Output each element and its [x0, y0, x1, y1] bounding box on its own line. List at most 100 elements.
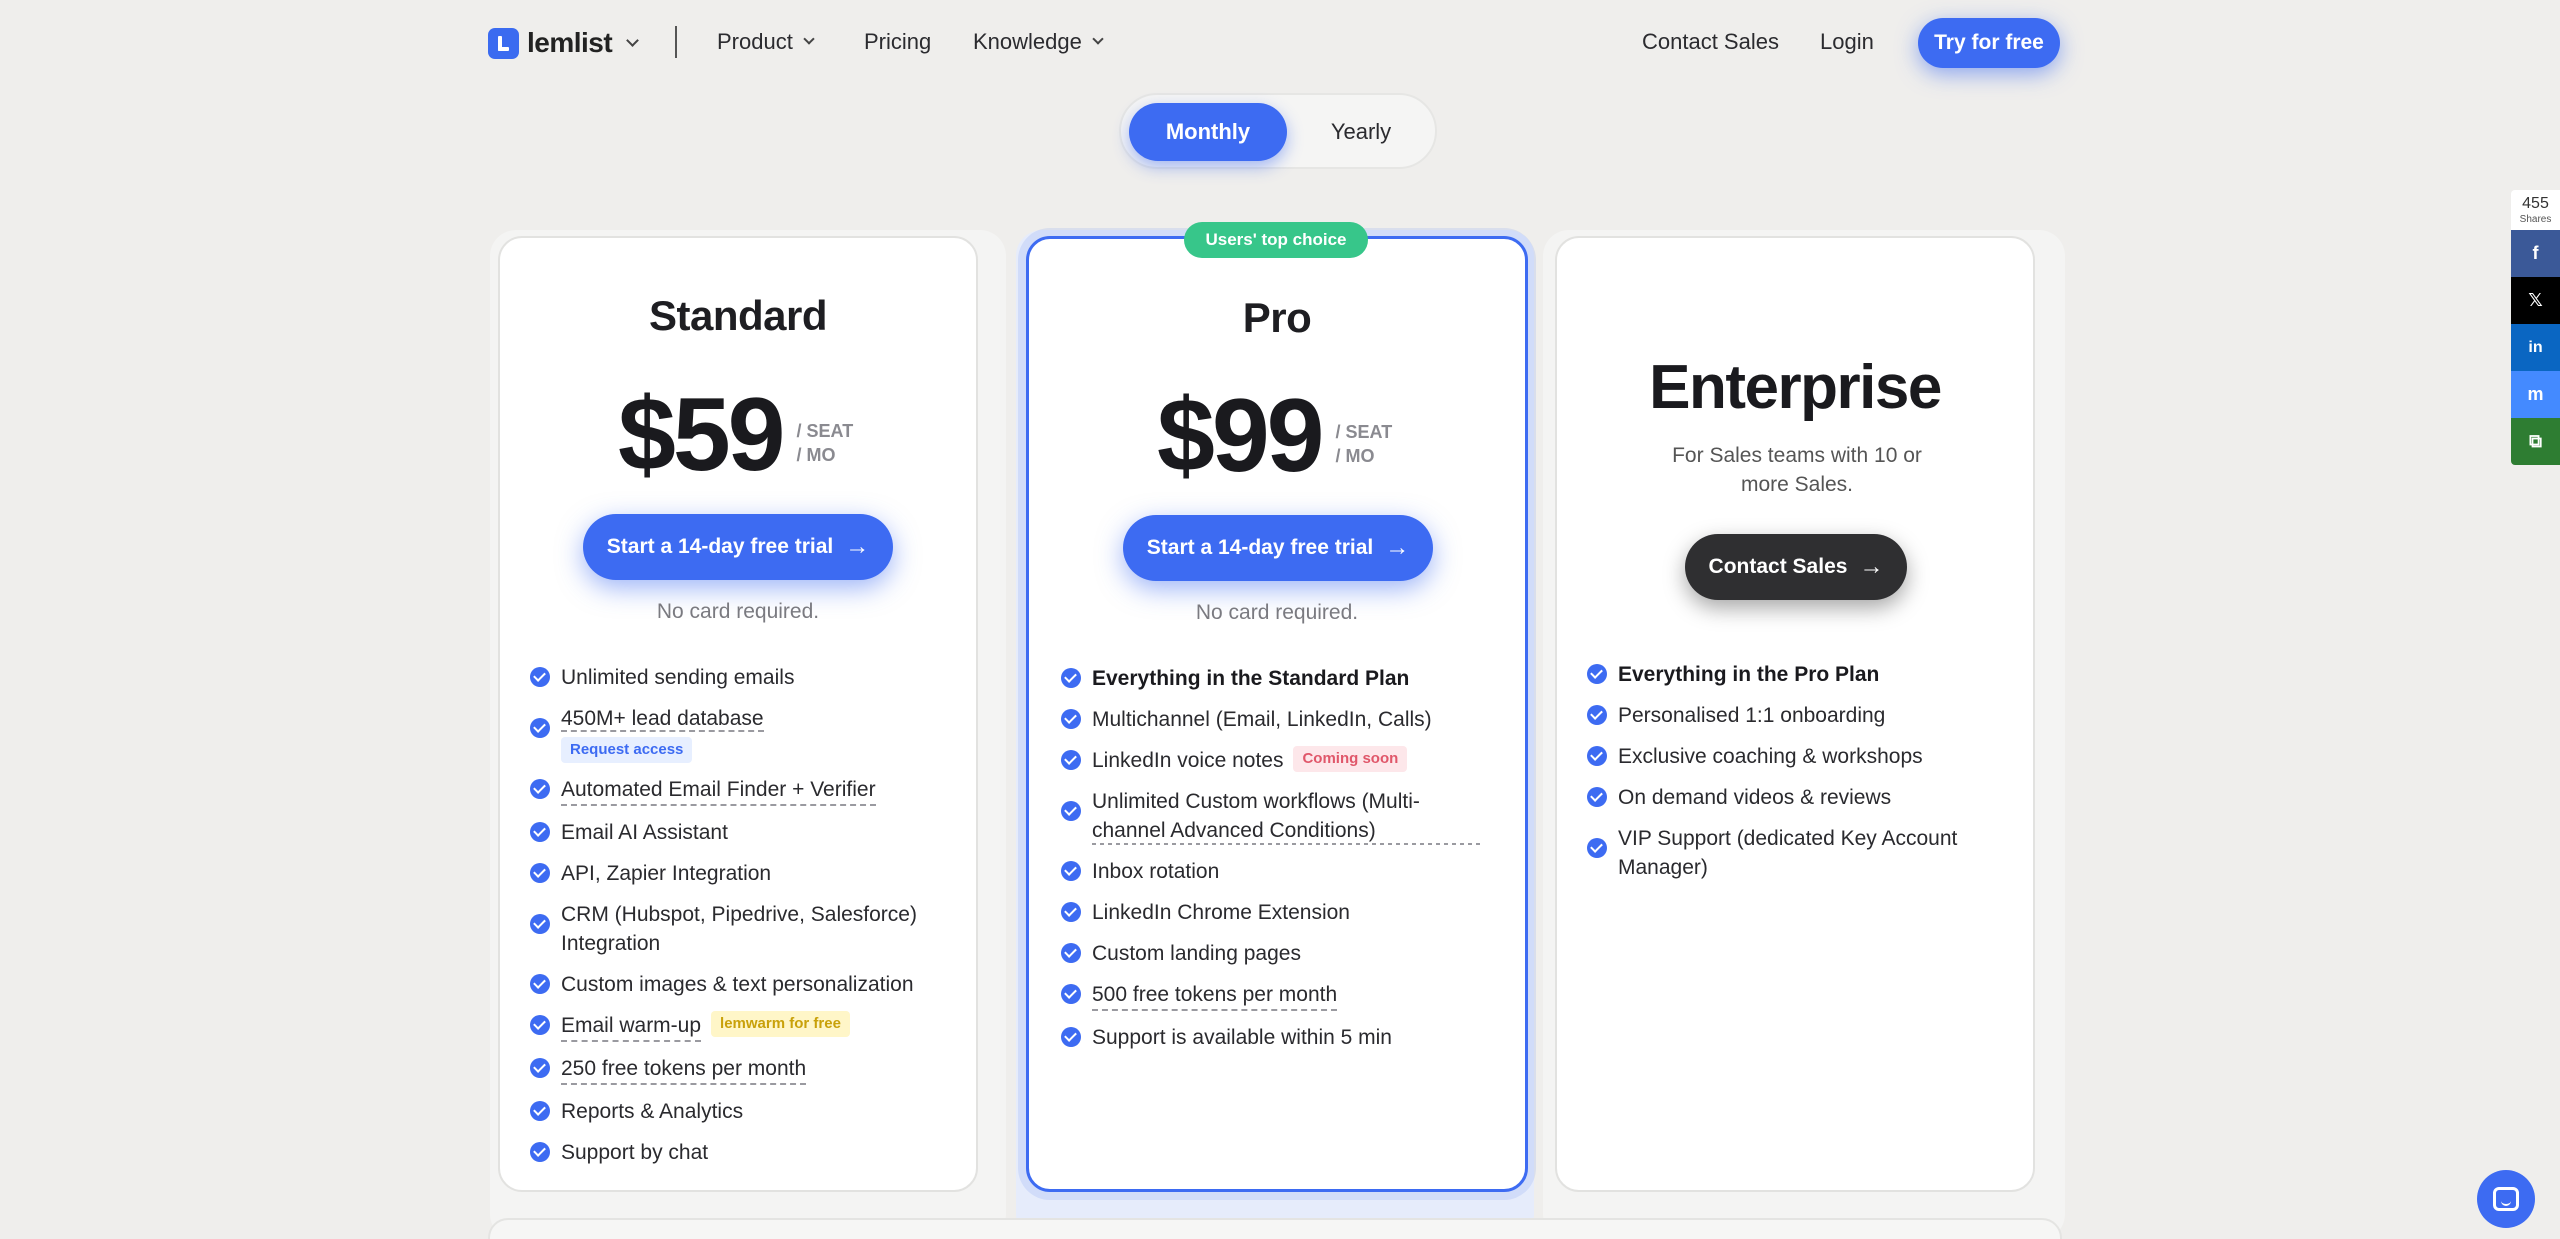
feature-item: 500 free tokens per month: [1061, 980, 1481, 1011]
enterprise-plan-card: Enterprise For Sales teams with 10 or mo…: [1555, 236, 2035, 1192]
nav-knowledge-label: Knowledge: [973, 29, 1082, 54]
check-icon: [530, 1142, 550, 1163]
feature-item: Custom landing pages: [1061, 939, 1481, 968]
feature-item: On demand videos & reviews: [1587, 783, 2007, 812]
feature-text[interactable]: 450M+ lead database: [561, 707, 764, 732]
feature-text: Personalised 1:1 onboarding: [1618, 704, 1886, 727]
nav-product[interactable]: Product: [717, 29, 815, 55]
price-unit: / SEAT / MO: [797, 419, 854, 467]
lemlist-logo-icon: [488, 27, 519, 59]
price-row: $99 / SEAT / MO: [1157, 384, 1392, 488]
feature-item: LinkedIn Chrome Extension: [1061, 898, 1481, 927]
nav-pricing[interactable]: Pricing: [864, 29, 931, 55]
start-trial-button[interactable]: Start a 14-day free trial →: [1123, 515, 1433, 581]
feature-text[interactable]: Email warm-up: [561, 1011, 702, 1043]
share-count-label: Shares: [2519, 214, 2552, 225]
feature-item: Custom images & text personalization: [530, 970, 950, 999]
feature-text: Everything in the Standard Plan: [1092, 667, 1410, 690]
price-unit: / SEAT / MO: [1336, 420, 1393, 468]
feature-item: 450M+ lead database Request access: [530, 704, 950, 764]
feature-item: Everything in the Standard Plan: [1061, 664, 1481, 693]
start-trial-label: Start a 14-day free trial: [606, 535, 834, 558]
feature-item: CRM (Hubspot, Pipedrive, Salesforce) Int…: [530, 900, 950, 958]
check-icon: [1587, 838, 1607, 858]
nav-knowledge[interactable]: Knowledge: [973, 29, 1104, 55]
feature-text[interactable]: Unlimited Custom workflows (Multi-channe…: [1092, 787, 1481, 845]
arrow-right-icon: →: [845, 533, 870, 560]
chat-launcher-button[interactable]: [2477, 1170, 2535, 1228]
monthly-toggle[interactable]: Monthly: [1129, 103, 1287, 161]
per-seat-label: / SEAT: [1335, 422, 1393, 442]
linkedin-icon: in: [2528, 338, 2543, 356]
pro-plan-card: Pro $99 / SEAT / MO Start a 14-day free …: [1026, 236, 1528, 1192]
feature-list: Everything in the Standard Plan Multicha…: [1061, 664, 1481, 1052]
check-icon: [530, 1058, 550, 1079]
check-icon: [530, 667, 550, 687]
feature-text: Exclusive coaching & workshops: [1618, 745, 1923, 768]
feature-text[interactable]: 500 free tokens per month: [1092, 980, 1338, 1011]
billing-toggle: Monthly Yearly: [1119, 93, 1437, 169]
contact-sales-button[interactable]: Contact Sales →: [1685, 534, 1907, 600]
plan-title: Pro: [1242, 294, 1312, 341]
check-icon: [1061, 902, 1081, 922]
next-section-edge: [488, 1218, 2062, 1239]
share-count: 455 Shares: [2511, 190, 2560, 230]
feature-text: Unlimited sending emails: [561, 666, 795, 689]
nav-divider: [675, 26, 677, 58]
nav-product-label: Product: [717, 29, 793, 54]
arrow-right-icon: →: [1859, 553, 1884, 580]
per-month-label: / MO: [1335, 446, 1375, 466]
request-access-tag[interactable]: Request access: [561, 737, 693, 764]
top-choice-badge: Users' top choice: [1184, 222, 1368, 258]
share-count-value: 455: [2522, 195, 2549, 212]
check-icon: [1061, 668, 1081, 688]
check-icon: [1061, 984, 1081, 1004]
check-icon: [1061, 750, 1081, 770]
plan-title: Enterprise: [1649, 353, 1942, 422]
feature-text: Custom landing pages: [1092, 942, 1301, 965]
try-for-free-button[interactable]: Try for free: [1918, 18, 2060, 68]
feature-list: Everything in the Pro Plan Personalised …: [1587, 660, 2007, 882]
logo-menu[interactable]: lemlist: [488, 27, 640, 59]
start-trial-button[interactable]: Start a 14-day free trial →: [583, 514, 893, 580]
linkedin-share-button[interactable]: in: [2511, 324, 2560, 371]
yearly-toggle[interactable]: Yearly: [1293, 103, 1429, 161]
facebook-share-button[interactable]: f: [2511, 230, 2560, 277]
check-icon: [530, 718, 550, 738]
per-seat-label: / SEAT: [796, 421, 854, 441]
contact-sales-label: Contact Sales: [1708, 555, 1848, 578]
check-icon: [530, 1101, 550, 1122]
feature-text: Support by chat: [561, 1141, 709, 1165]
plan-title: Standard: [648, 292, 828, 339]
per-month-label: / MO: [796, 445, 836, 465]
feature-text: Everything in the Pro Plan: [1618, 663, 1880, 686]
no-card-note: No card required.: [1195, 601, 1359, 624]
feature-text: Reports & Analytics: [561, 1100, 744, 1124]
plan-price: $99: [1157, 378, 1325, 494]
chevron-down-icon: [803, 33, 815, 45]
feature-item: Email AI Assistant: [530, 818, 950, 847]
copy-icon: ⧉: [2529, 431, 2542, 451]
chevron-down-icon: [626, 33, 640, 47]
feature-text[interactable]: 250 free tokens per month: [561, 1054, 807, 1086]
feature-text: LinkedIn Chrome Extension: [1092, 901, 1350, 924]
nav-login[interactable]: Login: [1820, 29, 1874, 55]
feature-text[interactable]: Automated Email Finder + Verifier: [561, 775, 876, 807]
nav-contact-sales[interactable]: Contact Sales: [1642, 29, 1779, 55]
logo-text: lemlist: [527, 27, 613, 58]
feature-list: Unlimited sending emails 450M+ lead data…: [530, 663, 950, 1167]
x-share-button[interactable]: 𝕏: [2511, 277, 2560, 324]
feature-item: Multichannel (Email, LinkedIn, Calls): [1061, 705, 1481, 734]
feature-item: Unlimited Custom workflows (Multi-channe…: [1061, 787, 1481, 845]
check-icon: [1587, 705, 1607, 725]
lemwarm-tag: lemwarm for free: [711, 1011, 850, 1038]
feature-text: Inbox rotation: [1092, 860, 1220, 883]
feature-item: Personalised 1:1 onboarding: [1587, 701, 2007, 730]
feature-item: Reports & Analytics: [530, 1097, 950, 1126]
feature-text: Multichannel (Email, LinkedIn, Calls): [1092, 708, 1432, 731]
feature-item: Inbox rotation: [1061, 857, 1481, 886]
messenger-share-button[interactable]: m: [2511, 371, 2560, 418]
plan-subtitle: For Sales teams with 10 or more Sales.: [1672, 444, 1922, 496]
feature-item: Exclusive coaching & workshops: [1587, 742, 2007, 771]
copy-link-button[interactable]: ⧉: [2511, 418, 2560, 465]
